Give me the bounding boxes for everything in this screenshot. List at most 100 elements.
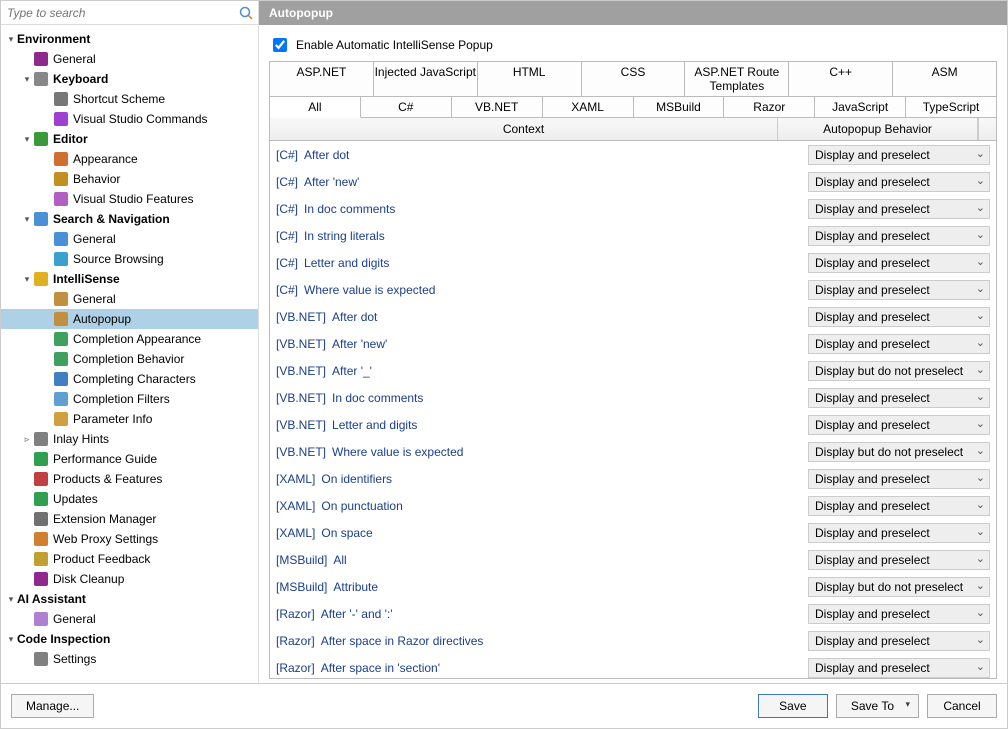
tree-item-completion-appearance[interactable]: Completion Appearance xyxy=(1,329,258,349)
behavior-dropdown[interactable]: Display and preselect xyxy=(808,658,990,678)
tree-item-label: Behavior xyxy=(73,172,254,186)
tab-javascript[interactable]: JavaScript xyxy=(815,97,906,118)
tree-item-source-browsing[interactable]: Source Browsing xyxy=(1,249,258,269)
tree-item-general[interactable]: General xyxy=(1,229,258,249)
tree-item-intellisense[interactable]: ▾IntelliSense xyxy=(1,269,258,289)
save-button[interactable]: Save xyxy=(758,694,828,718)
behavior-dropdown[interactable]: Display and preselect xyxy=(808,550,990,570)
manage-button[interactable]: Manage... xyxy=(11,694,94,718)
settings-tree[interactable]: ▾EnvironmentGeneral▾KeyboardShortcut Sch… xyxy=(1,25,258,683)
behavior-dropdown[interactable]: Display and preselect xyxy=(808,415,990,435)
tree-item-products-features[interactable]: Products & Features xyxy=(1,469,258,489)
behavior-dropdown[interactable]: Display but do not preselect xyxy=(808,577,990,597)
tree-item-product-feedback[interactable]: Product Feedback xyxy=(1,549,258,569)
context-desc: After space in 'section' xyxy=(321,661,440,675)
cancel-button[interactable]: Cancel xyxy=(927,694,997,718)
behavior-dropdown[interactable]: Display and preselect xyxy=(808,253,990,273)
tab-xaml[interactable]: XAML xyxy=(543,97,634,118)
expand-arrow-icon[interactable]: ▾ xyxy=(5,634,17,645)
behavior-dropdown[interactable]: Display and preselect xyxy=(808,145,990,165)
expand-arrow-icon[interactable]: ▾ xyxy=(21,134,33,145)
tab-asm[interactable]: ASM xyxy=(893,62,996,97)
tree-item-behavior[interactable]: Behavior xyxy=(1,169,258,189)
column-behavior[interactable]: Autopopup Behavior xyxy=(778,118,978,140)
behavior-dropdown[interactable]: Display and preselect xyxy=(808,226,990,246)
tree-item-visual-studio-features[interactable]: Visual Studio Features xyxy=(1,189,258,209)
behavior-dropdown[interactable]: Display and preselect xyxy=(808,199,990,219)
context-cell: [Razor]After space in Razor directives xyxy=(276,634,808,648)
tree-item-completing-characters[interactable]: Completing Characters xyxy=(1,369,258,389)
grid-header: Context Autopopup Behavior xyxy=(269,118,997,141)
behavior-dropdown[interactable]: Display and preselect xyxy=(808,307,990,327)
tree-item-autopopup[interactable]: Autopopup xyxy=(1,309,258,329)
expand-arrow-icon[interactable]: ▾ xyxy=(21,74,33,85)
behavior-dropdown[interactable]: Display and preselect xyxy=(808,280,990,300)
tree-item-completion-behavior[interactable]: Completion Behavior xyxy=(1,349,258,369)
enable-checkbox-row[interactable]: Enable Automatic IntelliSense Popup xyxy=(269,35,997,55)
behavior-dropdown[interactable]: Display but do not preselect xyxy=(808,361,990,381)
tree-item-editor[interactable]: ▾Editor xyxy=(1,129,258,149)
tree-item-general[interactable]: General xyxy=(1,609,258,629)
tree-item-completion-filters[interactable]: Completion Filters xyxy=(1,389,258,409)
tree-item-label: Settings xyxy=(53,652,254,666)
tree-item-extension-manager[interactable]: Extension Manager xyxy=(1,509,258,529)
tab-razor[interactable]: Razor xyxy=(724,97,815,118)
behavior-dropdown[interactable]: Display and preselect xyxy=(808,388,990,408)
enable-checkbox[interactable] xyxy=(273,38,287,52)
tree-item-updates[interactable]: Updates xyxy=(1,489,258,509)
tab-asp-net[interactable]: ASP.NET xyxy=(270,62,374,97)
tab-asp-net-route-templates[interactable]: ASP.NET Route Templates xyxy=(685,62,789,97)
behavior-dropdown[interactable]: Display and preselect xyxy=(808,523,990,543)
tree-item-general[interactable]: General xyxy=(1,289,258,309)
behavior-dropdown[interactable]: Display and preselect xyxy=(808,604,990,624)
tree-item-parameter-info[interactable]: Parameter Info xyxy=(1,409,258,429)
tab-vb-net[interactable]: VB.NET xyxy=(452,97,543,118)
tree-item-web-proxy-settings[interactable]: Web Proxy Settings xyxy=(1,529,258,549)
context-cell: [C#]Letter and digits xyxy=(276,256,808,270)
behavior-dropdown[interactable]: Display and preselect xyxy=(808,631,990,651)
expand-arrow-icon[interactable]: ▾ xyxy=(5,594,17,605)
grid-body[interactable]: [C#]After dotDisplay and preselect[C#]Af… xyxy=(269,141,997,679)
tree-item-inlay-hints[interactable]: ▹Inlay Hints xyxy=(1,429,258,449)
save-to-button[interactable]: Save To xyxy=(836,694,919,718)
tree-item-shortcut-scheme[interactable]: Shortcut Scheme xyxy=(1,89,258,109)
tab-c-[interactable]: C# xyxy=(361,97,452,118)
tree-item-appearance[interactable]: Appearance xyxy=(1,149,258,169)
tree-item-keyboard[interactable]: ▾Keyboard xyxy=(1,69,258,89)
behavior-dropdown[interactable]: Display and preselect xyxy=(808,334,990,354)
tab-all[interactable]: All xyxy=(270,97,361,118)
grid-row: [VB.NET]After 'new'Display and preselect xyxy=(270,330,996,357)
tab-msbuild[interactable]: MSBuild xyxy=(634,97,725,118)
tab-c-[interactable]: C++ xyxy=(789,62,893,97)
tree-item-settings[interactable]: Settings xyxy=(1,649,258,669)
wrench-icon xyxy=(53,91,69,107)
column-context[interactable]: Context xyxy=(270,118,778,140)
tree-item-visual-studio-commands[interactable]: Visual Studio Commands xyxy=(1,109,258,129)
tab-typescript[interactable]: TypeScript xyxy=(906,97,996,118)
expand-arrow-icon[interactable]: ▾ xyxy=(21,214,33,225)
search-icon[interactable] xyxy=(238,5,254,21)
tree-item-ai-assistant[interactable]: ▾AI Assistant xyxy=(1,589,258,609)
search-icon xyxy=(33,211,49,227)
expand-arrow-icon[interactable]: ▾ xyxy=(21,274,33,285)
expand-arrow-icon[interactable]: ▹ xyxy=(21,434,33,445)
tree-item-general[interactable]: General xyxy=(1,49,258,69)
behavior-dropdown[interactable]: Display and preselect xyxy=(808,496,990,516)
behavior-dropdown[interactable]: Display and preselect xyxy=(808,172,990,192)
tree-item-environment[interactable]: ▾Environment xyxy=(1,29,258,49)
search-input[interactable] xyxy=(5,4,238,22)
tree-item-code-inspection[interactable]: ▾Code Inspection xyxy=(1,629,258,649)
behavior-dropdown[interactable]: Display but do not preselect xyxy=(808,442,990,462)
grid-row: [VB.NET]After dotDisplay and preselect xyxy=(270,303,996,330)
tab-html[interactable]: HTML xyxy=(478,62,582,97)
tree-item-search-navigation[interactable]: ▾Search & Navigation xyxy=(1,209,258,229)
lang-tag: [C#] xyxy=(276,229,298,243)
context-desc: On identifiers xyxy=(321,472,392,486)
tab-injected-javascript[interactable]: Injected JavaScript xyxy=(374,62,478,97)
grid-row: [XAML]On identifiersDisplay and preselec… xyxy=(270,465,996,492)
tab-css[interactable]: CSS xyxy=(582,62,686,97)
behavior-dropdown[interactable]: Display and preselect xyxy=(808,469,990,489)
expand-arrow-icon[interactable]: ▾ xyxy=(5,34,17,45)
tree-item-performance-guide[interactable]: Performance Guide xyxy=(1,449,258,469)
tree-item-disk-cleanup[interactable]: Disk Cleanup xyxy=(1,569,258,589)
